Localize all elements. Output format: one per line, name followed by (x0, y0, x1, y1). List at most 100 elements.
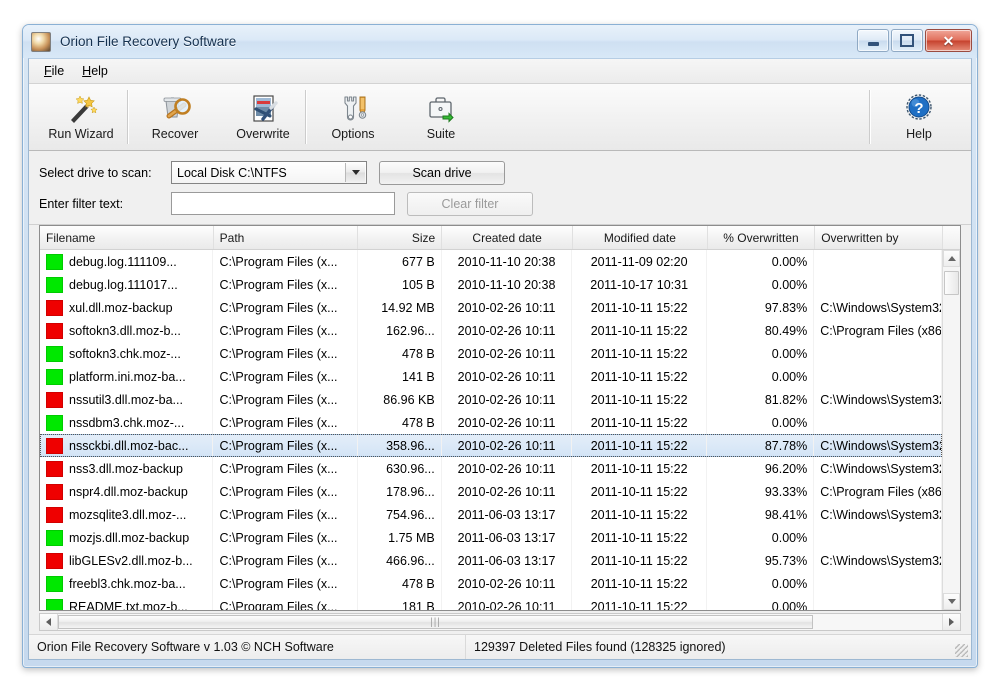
table-row[interactable]: mozsqlite3.dll.moz-... C:\Program Files (… (40, 503, 942, 526)
filename-text: debug.log.111017... (69, 277, 178, 292)
vertical-scrollbar[interactable] (942, 250, 960, 610)
cell-created-date: 2010-02-26 10:11 (442, 572, 573, 595)
cell-filename: mozsqlite3.dll.moz-... (40, 503, 214, 526)
clear-filter-button[interactable]: Clear filter (407, 191, 533, 216)
magic-wand-icon (63, 93, 99, 125)
list-header-row: Filename Path Size Created date Modified… (40, 226, 960, 250)
toolbar-suite-label: Suite (426, 127, 456, 141)
horizontal-scroll-thumb[interactable]: ||| (58, 615, 813, 629)
cell-modified-date: 2011-10-11 15:22 (572, 319, 707, 342)
scroll-up-button[interactable] (943, 250, 960, 267)
column-header-path[interactable]: Path (214, 226, 359, 249)
close-button[interactable]: ✕ (925, 29, 972, 52)
table-row[interactable]: README.txt.moz-b... C:\Program Files (x..… (40, 595, 942, 610)
column-header-filename[interactable]: Filename (40, 226, 214, 249)
window-controls: ✕ (857, 29, 972, 52)
table-row[interactable]: freebl3.chk.moz-ba... C:\Program Files (x… (40, 572, 942, 595)
scan-drive-button[interactable]: Scan drive (379, 160, 505, 185)
filter-input[interactable] (171, 192, 395, 215)
table-row[interactable]: libGLESv2.dll.moz-b... C:\Program Files (… (40, 549, 942, 572)
chevron-down-icon[interactable] (345, 163, 365, 182)
toolbar-separator-3 (869, 90, 871, 144)
table-row[interactable]: debug.log.111017... C:\Program Files (x..… (40, 273, 942, 296)
column-header-pct-overwritten[interactable]: % Overwritten (708, 226, 816, 249)
scroll-right-button[interactable] (942, 614, 960, 630)
table-row[interactable]: softokn3.chk.moz-... C:\Program Files (x.… (40, 342, 942, 365)
cell-filename: nss3.dll.moz-backup (40, 457, 214, 480)
status-color-swatch (46, 460, 63, 477)
drive-select-row: Select drive to scan: Local Disk C:\NTFS… (39, 160, 971, 185)
toolbar-recover-button[interactable]: Recover (129, 84, 221, 150)
resize-grip-icon[interactable] (955, 644, 968, 657)
cell-pct-overwritten: 80.49% (707, 319, 815, 342)
menu-help[interactable]: Help (73, 61, 117, 81)
table-row[interactable]: nssckbi.dll.moz-bac... C:\Program Files (… (40, 434, 942, 457)
column-header-overwritten-by[interactable]: Overwritten by (815, 226, 944, 249)
cell-overwritten-by (814, 572, 942, 595)
horizontal-scrollbar[interactable]: ||| (39, 613, 961, 631)
status-color-swatch (46, 414, 63, 431)
toolbar-suite-button[interactable]: Suite (399, 84, 483, 150)
cell-created-date: 2010-02-26 10:11 (442, 388, 573, 411)
cell-filename: README.txt.moz-b... (40, 595, 214, 611)
table-row[interactable]: nss3.dll.moz-backup C:\Program Files (x..… (40, 457, 942, 480)
status-color-swatch (46, 552, 63, 569)
toolbar-overwrite-button[interactable]: Overwrite (221, 84, 305, 150)
cell-size: 86.96 KB (358, 388, 442, 411)
cell-modified-date: 2011-10-11 15:22 (572, 365, 707, 388)
toolbar-run-wizard-button[interactable]: Run Wizard (35, 84, 127, 150)
caret-right-icon (949, 618, 954, 626)
vertical-scroll-thumb[interactable] (944, 271, 959, 295)
toolbar-options-label: Options (331, 127, 375, 141)
status-bar: Orion File Recovery Software v 1.03 © NC… (29, 634, 971, 659)
cell-path: C:\Program Files (x... (213, 411, 358, 434)
cell-overwritten-by: C:\Windows\System32\ (814, 435, 942, 456)
table-row[interactable]: xul.dll.moz-backup C:\Program Files (x...… (40, 296, 942, 319)
cell-filename: libGLESv2.dll.moz-b... (40, 549, 214, 572)
table-row[interactable]: platform.ini.moz-ba... C:\Program Files (… (40, 365, 942, 388)
table-row[interactable]: mozjs.dll.moz-backup C:\Program Files (x.… (40, 526, 942, 549)
table-row[interactable]: nspr4.dll.moz-backup C:\Program Files (x.… (40, 480, 942, 503)
column-header-size[interactable]: Size (358, 226, 443, 249)
filename-text: nss3.dll.moz-backup (69, 461, 183, 476)
status-files-found-text: 129397 Deleted Files found (128325 ignor… (474, 640, 726, 654)
table-row[interactable]: softokn3.dll.moz-b... C:\Program Files (x… (40, 319, 942, 342)
filename-text: softokn3.dll.moz-b... (69, 323, 181, 338)
scroll-down-button[interactable] (943, 593, 960, 610)
cell-size: 466.96... (358, 549, 442, 572)
cell-modified-date: 2011-10-11 15:22 (572, 342, 707, 365)
menu-file[interactable]: File (35, 61, 73, 81)
maximize-icon (900, 34, 914, 47)
status-color-swatch (46, 483, 63, 500)
table-row[interactable]: debug.log.111109... C:\Program Files (x..… (40, 250, 942, 273)
cell-size: 162.96... (358, 319, 442, 342)
toolbar-help-button[interactable]: ? Help (877, 84, 961, 150)
filename-text: nssckbi.dll.moz-bac... (69, 438, 189, 453)
table-row[interactable]: nssutil3.dll.moz-ba... C:\Program Files (… (40, 388, 942, 411)
filename-text: README.txt.moz-b... (69, 599, 188, 611)
cell-pct-overwritten: 0.00% (707, 342, 815, 365)
table-row[interactable]: nssdbm3.chk.moz-... C:\Program Files (x..… (40, 411, 942, 434)
cell-overwritten-by (814, 365, 942, 388)
svg-text:?: ? (914, 100, 923, 117)
column-header-modified[interactable]: Modified date (573, 226, 708, 249)
scroll-left-button[interactable] (40, 614, 58, 630)
minimize-button[interactable] (857, 29, 889, 52)
cell-pct-overwritten: 0.00% (707, 572, 815, 595)
cell-overwritten-by: C:\Program Files (x86)\ (814, 319, 942, 342)
filename-text: mozjs.dll.moz-backup (69, 530, 190, 545)
cell-overwritten-by (814, 595, 942, 610)
maximize-button[interactable] (891, 29, 923, 52)
filename-text: debug.log.111109... (69, 254, 177, 269)
column-header-created[interactable]: Created date (442, 226, 574, 249)
status-color-swatch (46, 299, 63, 316)
title-bar: Orion File Recovery Software ✕ (23, 25, 977, 58)
toolbar-options-button[interactable]: Options (307, 84, 399, 150)
vertical-scroll-track[interactable] (943, 267, 960, 593)
cell-pct-overwritten: 98.41% (707, 503, 815, 526)
drive-select-dropdown[interactable]: Local Disk C:\NTFS (171, 161, 367, 184)
cell-size: 630.96... (358, 457, 442, 480)
horizontal-scroll-track[interactable]: ||| (58, 614, 942, 630)
cell-size: 478 B (358, 342, 442, 365)
cell-filename: nssutil3.dll.moz-ba... (40, 388, 214, 411)
